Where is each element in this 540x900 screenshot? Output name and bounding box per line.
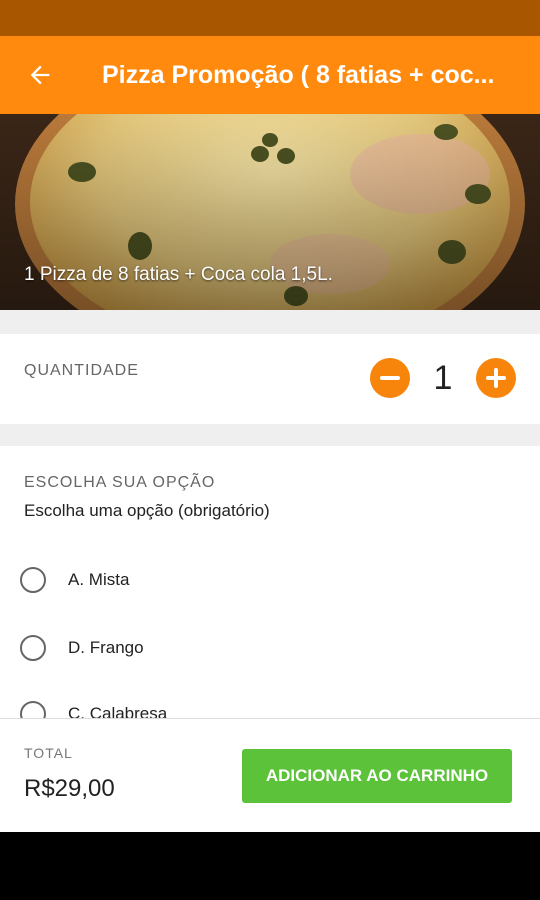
back-button[interactable]	[0, 36, 80, 114]
option-label: C. Calabresa	[68, 704, 168, 718]
product-description: 1 Pizza de 8 fatias + Coca cola 1,5L.	[24, 264, 333, 285]
option-calabresa[interactable]: C. Calabresa	[20, 701, 167, 718]
system-nav-area	[0, 832, 540, 900]
radio-unchecked-icon[interactable]	[20, 635, 46, 661]
quantity-label: QUANTIDADE	[24, 362, 139, 379]
radio-unchecked-icon[interactable]	[20, 701, 46, 718]
status-bar	[0, 0, 540, 36]
checkout-bar: TOTAL R$29,00 ADICIONAR AO CARRINHO	[0, 718, 540, 833]
product-image: 1 Pizza de 8 fatias + Coca cola 1,5L.	[0, 114, 540, 310]
options-section: ESCOLHA SUA OPÇÃO Escolha uma opção (obr…	[0, 446, 540, 718]
page-title: Pizza Promoção ( 8 fatias + coc...	[102, 60, 495, 89]
total-price: R$29,00	[24, 775, 115, 802]
options-subtitle: Escolha uma opção (obrigatório)	[24, 501, 270, 520]
radio-unchecked-icon[interactable]	[20, 567, 46, 593]
minus-icon[interactable]	[370, 358, 410, 398]
options-title: ESCOLHA SUA OPÇÃO	[24, 474, 216, 491]
quantity-section: QUANTIDADE 1	[0, 334, 540, 424]
option-label: D. Frango	[68, 638, 144, 657]
content-area[interactable]: QUANTIDADE 1 ESCOLHA SUA OPÇÃO Escolha u…	[0, 310, 540, 718]
arrow-left-icon	[30, 65, 50, 85]
plus-icon[interactable]	[476, 358, 516, 398]
quantity-stepper: 1	[370, 358, 516, 398]
app-bar: Pizza Promoção ( 8 fatias + coc...	[0, 36, 540, 114]
option-label: A. Mista	[68, 570, 130, 589]
option-frango[interactable]: D. Frango	[20, 635, 144, 661]
total-label: TOTAL	[24, 745, 73, 761]
add-to-cart-button[interactable]: ADICIONAR AO CARRINHO	[242, 749, 512, 803]
option-mista[interactable]: A. Mista	[20, 567, 129, 593]
quantity-value: 1	[433, 358, 453, 397]
